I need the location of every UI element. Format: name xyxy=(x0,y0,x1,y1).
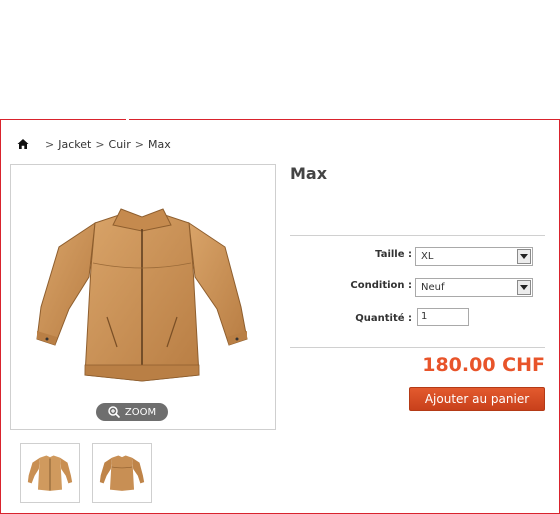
condition-select[interactable]: Neuf xyxy=(415,278,533,297)
product-main-image[interactable]: ZOOM xyxy=(10,164,276,430)
breadcrumb-separator: > xyxy=(95,137,105,151)
zoom-label: ZOOM xyxy=(124,406,157,418)
add-to-cart-button[interactable]: Ajouter au panier xyxy=(409,387,545,411)
quantity-label: Quantité : xyxy=(355,313,412,324)
frame-gap xyxy=(126,118,129,121)
home-icon[interactable] xyxy=(17,138,29,150)
thumbnail-2[interactable] xyxy=(92,443,152,503)
size-label: Taille : xyxy=(375,249,412,260)
divider xyxy=(290,235,545,236)
breadcrumb-item-jacket[interactable]: Jacket xyxy=(58,138,91,151)
chevron-down-icon[interactable] xyxy=(517,280,531,295)
divider xyxy=(290,347,545,348)
size-select[interactable]: XL xyxy=(415,247,533,266)
breadcrumb-item-cuir[interactable]: Cuir xyxy=(109,138,131,151)
jacket-thumbnail-image xyxy=(27,455,73,491)
breadcrumb-separator: > xyxy=(45,137,55,151)
quantity-input[interactable]: 1 xyxy=(417,308,469,326)
condition-select-value: Neuf xyxy=(421,282,445,293)
thumbnail-1[interactable] xyxy=(20,443,80,503)
product-price: 180.00 CHF xyxy=(422,354,545,376)
condition-label: Condition : xyxy=(350,280,412,291)
jacket-image xyxy=(36,208,248,382)
product-title: Max xyxy=(290,164,328,183)
chevron-down-icon[interactable] xyxy=(517,249,531,264)
jacket-thumbnail-image xyxy=(99,455,145,491)
zoom-in-icon xyxy=(108,406,120,418)
breadcrumb-item-current: Max xyxy=(147,137,171,151)
zoom-button[interactable]: ZOOM xyxy=(96,403,168,421)
size-select-value: XL xyxy=(421,251,434,262)
breadcrumb-separator: > xyxy=(134,137,144,151)
breadcrumb: > Jacket > Cuir > Max xyxy=(17,136,171,152)
